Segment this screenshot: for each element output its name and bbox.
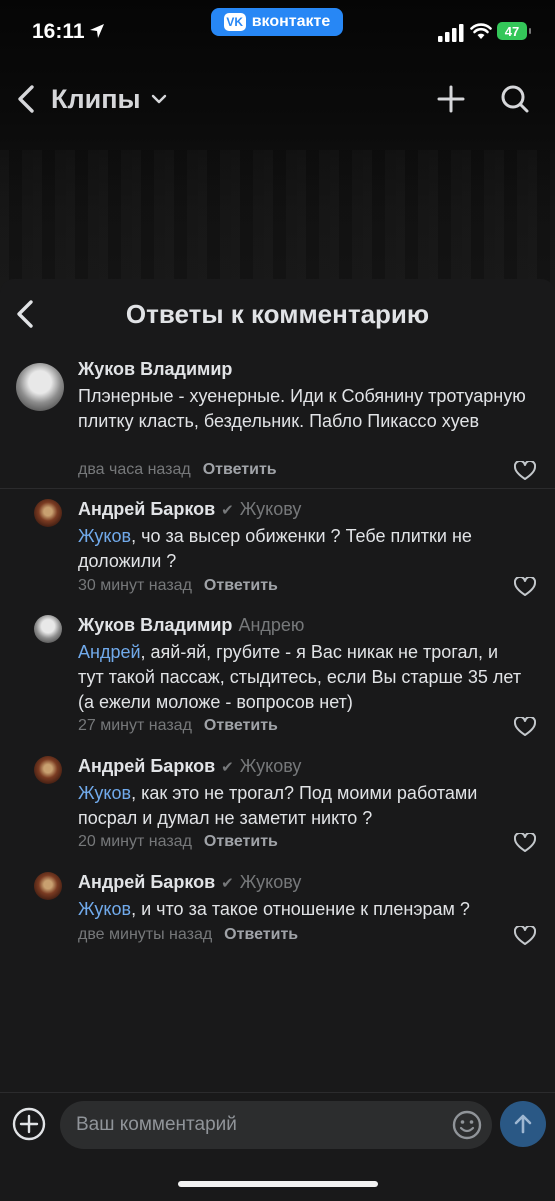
- wifi-icon: [470, 23, 492, 39]
- send-button[interactable]: [500, 1101, 546, 1147]
- comment-text: Андрей, аяй-яй, грубите - я Вас никак не…: [78, 642, 522, 712]
- search-icon[interactable]: [500, 84, 530, 114]
- status-bar: 16:11 VK вконтакте 47: [0, 0, 555, 66]
- avatar[interactable]: [34, 872, 62, 900]
- comment-meta: 20 минут назад Ответить: [78, 833, 278, 851]
- reply-to-label: Жукову: [239, 872, 302, 892]
- comment-time: две минуты назад: [78, 926, 213, 943]
- location-arrow-icon: [90, 24, 104, 38]
- mention-link[interactable]: Жуков: [78, 526, 131, 546]
- avatar[interactable]: [16, 363, 64, 411]
- arrow-up-icon: [514, 1114, 532, 1134]
- add-attachment-icon[interactable]: [12, 1107, 46, 1141]
- comment-meta: две минуты назад Ответить: [78, 926, 298, 944]
- vk-logo-icon: VK: [223, 13, 246, 31]
- comment-time: два часа назад: [78, 461, 191, 478]
- comment-author[interactable]: Андрей Барков ✔ Жукову: [78, 872, 301, 893]
- reply-to-label: Жукову: [239, 499, 302, 519]
- comment-author[interactable]: Жуков Владимир: [78, 359, 232, 380]
- reply-button[interactable]: Ответить: [203, 461, 277, 478]
- comment-text: Жуков, как это не трогал? Под моими рабо…: [78, 783, 478, 828]
- heart-icon[interactable]: [514, 461, 536, 481]
- comment-input[interactable]: [60, 1101, 492, 1149]
- reply-button[interactable]: Ответить: [204, 717, 278, 734]
- comment-text: Плэнерные - хуенерные. Иди к Собянину тр…: [78, 386, 526, 431]
- verified-check-icon: ✔: [221, 759, 234, 776]
- avatar[interactable]: [34, 756, 62, 784]
- reply-to-label: Андрею: [238, 615, 305, 635]
- cellular-signal-icon: [438, 24, 464, 42]
- heart-icon[interactable]: [514, 833, 536, 853]
- comment-text: Жуков, чо за высер обиженки ? Тебе плитк…: [78, 526, 472, 571]
- mention-link[interactable]: Жуков: [78, 783, 131, 803]
- heart-icon[interactable]: [514, 577, 536, 597]
- comment-time: 27 минут назад: [78, 717, 192, 734]
- comment-meta: 27 минут назад Ответить: [78, 717, 278, 735]
- reply-button[interactable]: Ответить: [224, 926, 298, 943]
- avatar[interactable]: [34, 615, 62, 643]
- reply-button[interactable]: Ответить: [204, 833, 278, 850]
- comment-text: Жуков, и что за такое отношение к пленэр…: [78, 899, 470, 919]
- comment-time: 20 минут назад: [78, 833, 192, 850]
- comment-author[interactable]: Жуков Владимир Андрею: [78, 615, 304, 636]
- divider: [0, 488, 555, 489]
- reply-button[interactable]: Ответить: [204, 577, 278, 594]
- comment-time: 30 минут назад: [78, 577, 192, 594]
- chevron-down-icon[interactable]: [150, 92, 168, 106]
- sheet-header: Ответы к комментарию: [0, 279, 555, 347]
- sheet-title: Ответы к комментарию: [125, 299, 430, 329]
- heart-icon[interactable]: [514, 717, 536, 737]
- vk-app-badge-label: вконтакте: [251, 13, 331, 30]
- back-chevron-icon[interactable]: [14, 82, 38, 116]
- comment-meta: 30 минут назад Ответить: [78, 577, 278, 595]
- verified-check-icon: ✔: [221, 502, 234, 519]
- replies-sheet: Ответы к комментарию Жуков Владимир Плэн…: [0, 279, 555, 1200]
- vk-app-badge[interactable]: VK вконтакте: [211, 8, 343, 36]
- reply-to-label: Жукову: [239, 756, 302, 776]
- battery-level: 47: [504, 23, 520, 39]
- plus-icon[interactable]: [436, 84, 466, 114]
- home-indicator[interactable]: [178, 1181, 378, 1187]
- battery-indicator: 47: [497, 22, 531, 40]
- avatar[interactable]: [34, 499, 62, 527]
- clips-title[interactable]: Клипы: [51, 84, 141, 115]
- verified-check-icon: ✔: [221, 875, 234, 892]
- comment-meta: два часа назад Ответить: [78, 461, 277, 479]
- mention-link[interactable]: Андрей: [78, 642, 141, 662]
- status-time: 16:11: [32, 20, 85, 43]
- heart-icon[interactable]: [514, 926, 536, 946]
- comment-author[interactable]: Андрей Барков ✔ Жукову: [78, 756, 301, 777]
- emoji-icon[interactable]: [451, 1109, 483, 1141]
- mention-link[interactable]: Жуков: [78, 899, 131, 919]
- comment-author[interactable]: Андрей Барков ✔ Жукову: [78, 499, 301, 520]
- clips-top-bar: Клипы: [0, 70, 555, 130]
